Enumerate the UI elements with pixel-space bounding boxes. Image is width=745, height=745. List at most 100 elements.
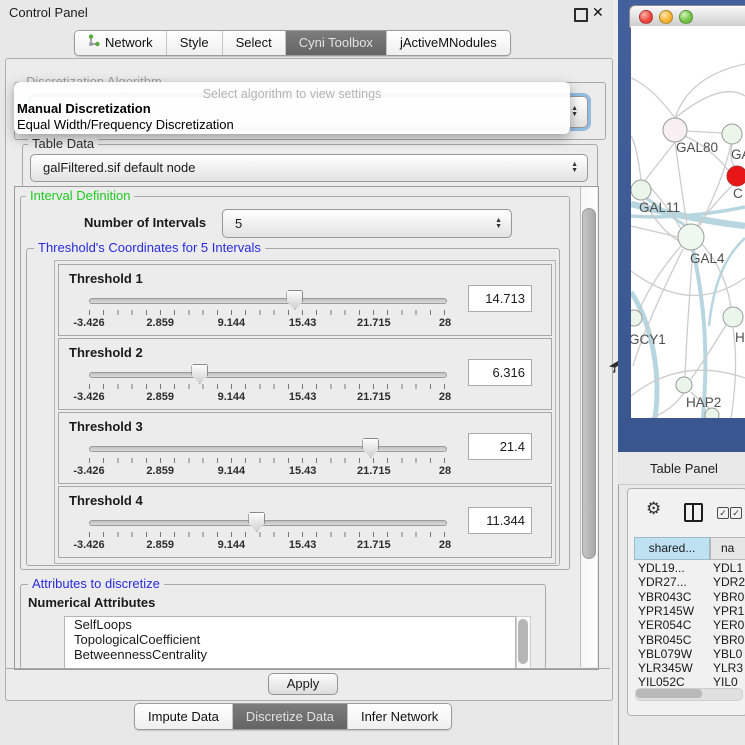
threshold-4-value-field[interactable]: 11.344: [468, 507, 532, 534]
slider-track[interactable]: [89, 298, 447, 304]
cell: YER0: [713, 618, 744, 632]
threshold-4-label: Threshold 4: [69, 493, 143, 508]
threshold-2-label: Threshold 2: [69, 345, 143, 360]
threshold-2-panel: Threshold 2 -3.426 2.859 9.144 15.43 21.…: [58, 338, 552, 410]
node-h[interactable]: [723, 307, 743, 327]
tick-label: -3.426: [73, 391, 104, 403]
table-row[interactable]: YPR145WYPR1: [634, 604, 745, 618]
slider-ticks: [89, 384, 445, 389]
threshold-4-slider[interactable]: -3.426 2.859 9.144 15.43 21.715 28: [89, 511, 445, 555]
slider-track[interactable]: [89, 520, 447, 526]
table-row[interactable]: YIL052CYIL0: [634, 675, 745, 687]
float-window-icon[interactable]: [574, 8, 588, 22]
cell: YBL079W: [638, 647, 692, 661]
threshold-1-value-field[interactable]: 14.713: [468, 285, 532, 312]
gear-icon[interactable]: ⚙: [646, 500, 661, 517]
slider-thumb[interactable]: [191, 364, 208, 384]
table-row[interactable]: YBR043CYBR0: [634, 590, 745, 604]
tick-label: 2.859: [146, 317, 174, 329]
attributes-group-label: Attributes to discretize: [28, 577, 164, 591]
edge: [685, 250, 693, 377]
edge: [631, 78, 675, 118]
cell: YDL1: [713, 561, 743, 575]
tick-label: 28: [439, 465, 451, 477]
network-window-titlebar[interactable]: [629, 5, 745, 28]
tab-impute-data[interactable]: Impute Data: [135, 704, 232, 729]
table-row[interactable]: YLR345WYLR3: [634, 661, 745, 675]
slider-thumb[interactable]: [286, 290, 303, 310]
threshold-3-value-field[interactable]: 21.4: [468, 433, 532, 460]
node-gal11[interactable]: [631, 180, 651, 200]
cell: YLR3: [713, 661, 743, 675]
tick-label: 15.43: [289, 465, 317, 477]
node-hap2[interactable]: [676, 377, 692, 393]
checkbox-icon[interactable]: ✓: [730, 507, 742, 519]
tab-discretize-data[interactable]: Discretize Data: [232, 704, 347, 729]
close-traffic-light-icon[interactable]: [639, 10, 653, 24]
node-label: HAP2: [686, 395, 721, 410]
close-icon[interactable]: ✕: [592, 4, 604, 21]
window-title: Control Panel: [9, 5, 88, 20]
tab-infer-network[interactable]: Infer Network: [347, 704, 451, 729]
slider-track[interactable]: [89, 372, 447, 378]
tick-label: 28: [439, 391, 451, 403]
slider-tick-labels: -3.426 2.859 9.144 15.43 21.715 28: [89, 391, 445, 403]
bottom-tab-bar: Impute Data Discretize Data Infer Networ…: [134, 703, 452, 730]
tab-select[interactable]: Select: [222, 31, 285, 55]
threshold-2-value-field[interactable]: 6.316: [468, 359, 532, 386]
numerical-attributes-list[interactable]: SelfLoops TopologicalCoefficient Between…: [64, 616, 516, 669]
tab-label: Discretize Data: [246, 704, 334, 729]
number-of-intervals-combobox[interactable]: 5 ▲▼: [222, 209, 512, 238]
threshold-2-slider[interactable]: -3.426 2.859 9.144 15.43 21.715 28: [89, 363, 445, 407]
list-item[interactable]: TopologicalCoefficient: [65, 632, 515, 647]
vertical-scrollbar-thumb[interactable]: [582, 208, 596, 559]
table-row[interactable]: YBR045CYBR0: [634, 633, 745, 647]
slider-thumb[interactable]: [362, 438, 379, 458]
threshold-3-slider[interactable]: -3.426 2.859 9.144 15.43 21.715 28: [89, 437, 445, 481]
cell: YBR043C: [638, 590, 691, 604]
cell: YDR27...: [638, 575, 687, 589]
table-row[interactable]: YDL19...YDL1: [634, 561, 745, 575]
slider-tick-labels: -3.426 2.859 9.144 15.43 21.715 28: [89, 465, 445, 477]
column-header-name[interactable]: na: [710, 537, 745, 560]
tab-label: Select: [236, 31, 272, 55]
table-row[interactable]: YER054C YER0: [634, 618, 745, 632]
node-gal[interactable]: [722, 124, 742, 144]
slider-track[interactable]: [89, 446, 447, 452]
tab-network[interactable]: Network: [75, 31, 166, 55]
combo-arrows-icon: ▲▼: [571, 106, 578, 118]
node-red-selected[interactable]: [727, 166, 745, 186]
popup-item-equal-width-frequency[interactable]: Equal Width/Frequency Discretization: [17, 117, 234, 132]
tab-label: Network: [105, 31, 153, 55]
slider-thumb[interactable]: [248, 512, 265, 532]
node-gal4[interactable]: [678, 224, 704, 250]
table-horizontal-scrollbar-thumb[interactable]: [636, 689, 702, 698]
cell: YER054C: [638, 618, 691, 632]
list-item[interactable]: BetweennessCentrality: [65, 647, 515, 662]
threshold-1-panel: Threshold 1 -3.426 2.859 9.144 15.43 21.…: [58, 264, 552, 336]
apply-button[interactable]: Apply: [268, 673, 338, 695]
list-item[interactable]: SelfLoops: [65, 617, 515, 632]
tick-label: -3.426: [73, 317, 104, 329]
table-data-combobox[interactable]: galFiltered.sif default node ▲▼: [30, 154, 588, 182]
tick-label: -3.426: [73, 539, 104, 551]
node-gcy1[interactable]: [631, 310, 642, 326]
node-gal80[interactable]: [663, 118, 687, 142]
tab-style[interactable]: Style: [166, 31, 222, 55]
tab-cyni-toolbox[interactable]: Cyni Toolbox: [285, 31, 386, 55]
zoom-traffic-light-icon[interactable]: [679, 10, 693, 24]
attributes-scrollbar-thumb[interactable]: [518, 619, 528, 664]
network-view-canvas[interactable]: GAL80 GA C GAL11 GAL4 GCY1 H HAP2: [631, 26, 745, 418]
column-header-shared-name[interactable]: shared...: [634, 537, 710, 560]
checkbox-icon[interactable]: ✓: [717, 507, 729, 519]
column-layout-icon[interactable]: [684, 503, 703, 522]
popup-item-manual-discretization[interactable]: Manual Discretization: [17, 101, 151, 116]
tick-label: 9.144: [218, 465, 246, 477]
threshold-1-label: Threshold 1: [69, 271, 143, 286]
threshold-1-slider[interactable]: -3.426 2.859 9.144 15.43 21.715 28: [89, 289, 445, 333]
tab-jactivemnodules[interactable]: jActiveMNodules: [386, 31, 510, 55]
table-row[interactable]: YDR27... YDR2: [634, 575, 745, 589]
table-row[interactable]: YBL079WYBL0: [634, 647, 745, 661]
minimize-traffic-light-icon[interactable]: [659, 10, 673, 24]
cell: YDR2: [713, 575, 745, 589]
